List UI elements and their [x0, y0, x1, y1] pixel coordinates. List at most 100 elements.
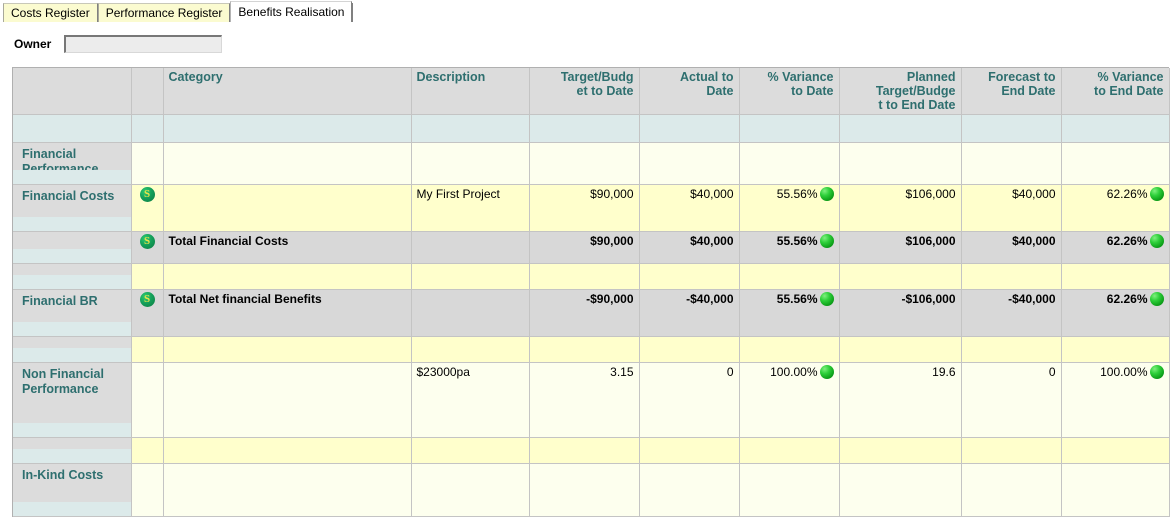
cell-category[interactable] [163, 184, 412, 232]
cell-variance-to-end-date[interactable]: 62.26% [1061, 289, 1170, 337]
cell-forecast-to-end-date[interactable] [961, 142, 1062, 185]
cell-actual-to-date[interactable] [639, 336, 740, 363]
cell-description[interactable] [411, 231, 530, 264]
header-planned-target-end-date[interactable]: Planned Target/Budge t to End Date [839, 68, 962, 115]
header-category[interactable]: Category [163, 68, 412, 115]
filter-forecast-to-end-date[interactable] [961, 114, 1062, 143]
table-row[interactable]: Total Financial Costs$90,000$40,00055.56… [13, 231, 1170, 264]
tab-costs-register[interactable]: Costs Register [3, 3, 98, 22]
cell-variance-to-date[interactable] [739, 263, 840, 290]
cell-description[interactable] [411, 336, 530, 363]
cell-forecast-to-end-date[interactable] [961, 263, 1062, 290]
cell-actual-to-date[interactable]: $40,000 [639, 231, 740, 264]
cell-category[interactable]: Total Financial Costs [163, 231, 412, 264]
cell-variance-to-date[interactable]: 55.56% [739, 231, 840, 264]
cell-planned-target-budget-to-end-date[interactable]: 19.6 [839, 362, 962, 438]
cell-target-budget-to-date[interactable] [529, 437, 640, 464]
filter-category[interactable] [163, 114, 412, 143]
filter-description[interactable] [411, 114, 530, 143]
cell-description[interactable] [411, 463, 530, 517]
header-variance-to-date[interactable]: % Variance to Date [739, 68, 840, 115]
table-row[interactable] [13, 437, 1170, 464]
cell-variance-to-end-date[interactable]: 62.26% [1061, 184, 1170, 232]
header-target-to-date[interactable]: Target/Budg et to Date [529, 68, 640, 115]
table-row[interactable]: In-Kind Costs [13, 463, 1170, 517]
cell-actual-to-date[interactable]: 0 [639, 362, 740, 438]
cell-planned-target-budget-to-end-date[interactable]: -$106,000 [839, 289, 962, 337]
cell-forecast-to-end-date[interactable] [961, 336, 1062, 363]
cell-planned-target-budget-to-end-date[interactable] [839, 263, 962, 290]
cell-forecast-to-end-date[interactable]: -$40,000 [961, 289, 1062, 337]
cell-description[interactable]: My First Project [411, 184, 530, 232]
table-row[interactable] [13, 263, 1170, 290]
cell-target-budget-to-date[interactable]: -$90,000 [529, 289, 640, 337]
filter-icon[interactable] [131, 114, 164, 143]
cell-actual-to-date[interactable] [639, 463, 740, 517]
cell-actual-to-date[interactable] [639, 437, 740, 464]
cell-category[interactable] [163, 142, 412, 185]
cell-category[interactable] [163, 362, 412, 438]
table-row[interactable] [13, 336, 1170, 363]
cell-variance-to-end-date[interactable] [1061, 263, 1170, 290]
header-description[interactable]: Description [411, 68, 530, 115]
cell-description[interactable] [411, 142, 530, 185]
header-forecast-to-end-date[interactable]: Forecast to End Date [961, 68, 1062, 115]
cell-actual-to-date[interactable] [639, 142, 740, 185]
tab-performance-register[interactable]: Performance Register [97, 3, 231, 22]
table-row[interactable]: Financial Performance [13, 142, 1170, 185]
cell-category[interactable] [163, 437, 412, 464]
cell-description[interactable] [411, 437, 530, 464]
filter-section[interactable] [13, 114, 132, 143]
cell-variance-to-date[interactable] [739, 142, 840, 185]
header-actual-to-date[interactable]: Actual to Date [639, 68, 740, 115]
cell-variance-to-date[interactable]: 100.00% [739, 362, 840, 438]
cell-forecast-to-end-date[interactable] [961, 437, 1062, 464]
cell-variance-to-end-date[interactable] [1061, 437, 1170, 464]
cell-actual-to-date[interactable]: $40,000 [639, 184, 740, 232]
table-row[interactable]: Financial CostsMy First Project$90,000$4… [13, 184, 1170, 232]
cell-variance-to-date[interactable]: 55.56% [739, 184, 840, 232]
cell-category[interactable]: Total Net financial Benefits [163, 289, 412, 337]
filter-variance-to-end-date[interactable] [1061, 114, 1170, 143]
table-row[interactable]: Non Financial Performance $23000pa 3.15 0 10… [13, 362, 1170, 438]
cell-target-budget-to-date[interactable]: $90,000 [529, 184, 640, 232]
filter-actual-to-date[interactable] [639, 114, 740, 143]
cell-category[interactable] [163, 263, 412, 290]
cell-actual-to-date[interactable] [639, 263, 740, 290]
cell-planned-target-budget-to-end-date[interactable] [839, 437, 962, 464]
cell-target-budget-to-date[interactable]: 3.15 [529, 362, 640, 438]
cell-forecast-to-end-date[interactable]: 0 [961, 362, 1062, 438]
cell-target-budget-to-date[interactable]: $90,000 [529, 231, 640, 264]
cell-variance-to-end-date[interactable] [1061, 336, 1170, 363]
filter-target-to-date[interactable] [529, 114, 640, 143]
cell-description[interactable] [411, 263, 530, 290]
cell-variance-to-end-date[interactable]: 100.00% [1061, 362, 1170, 438]
cell-description[interactable]: $23000pa [411, 362, 530, 438]
cell-variance-to-end-date[interactable] [1061, 463, 1170, 517]
tab-benefits-realisation[interactable]: Benefits Realisation [230, 1, 353, 22]
cell-category[interactable] [163, 463, 412, 517]
filter-planned-target-end-date[interactable] [839, 114, 962, 143]
cell-forecast-to-end-date[interactable]: $40,000 [961, 184, 1062, 232]
cell-forecast-to-end-date[interactable] [961, 463, 1062, 517]
cell-planned-target-budget-to-end-date[interactable] [839, 142, 962, 185]
cell-planned-target-budget-to-end-date[interactable]: $106,000 [839, 231, 962, 264]
cell-variance-to-date[interactable] [739, 437, 840, 464]
cell-target-budget-to-date[interactable] [529, 263, 640, 290]
cell-variance-to-end-date[interactable]: 62.26% [1061, 231, 1170, 264]
cell-category[interactable] [163, 336, 412, 363]
cell-variance-to-date[interactable]: 55.56% [739, 289, 840, 337]
cell-planned-target-budget-to-end-date[interactable] [839, 463, 962, 517]
cell-planned-target-budget-to-end-date[interactable] [839, 336, 962, 363]
cell-description[interactable] [411, 289, 530, 337]
filter-variance-to-date[interactable] [739, 114, 840, 143]
table-row[interactable]: Financial BR Total Net financial Benefits… [13, 289, 1170, 337]
header-variance-to-end-date[interactable]: % Variance to End Date [1061, 68, 1170, 115]
owner-input[interactable] [64, 35, 223, 53]
cell-variance-to-date[interactable] [739, 336, 840, 363]
cell-variance-to-end-date[interactable] [1061, 142, 1170, 185]
cell-forecast-to-end-date[interactable]: $40,000 [961, 231, 1062, 264]
cell-target-budget-to-date[interactable] [529, 142, 640, 185]
cell-target-budget-to-date[interactable] [529, 336, 640, 363]
cell-planned-target-budget-to-end-date[interactable]: $106,000 [839, 184, 962, 232]
